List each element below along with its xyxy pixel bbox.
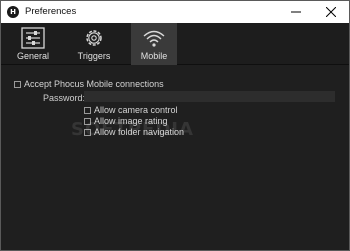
tab-label: General — [16, 51, 50, 61]
tab-label: Mobile — [140, 51, 168, 61]
accept-connections-label: Accept Phocus Mobile connections — [24, 79, 164, 89]
tab-triggers[interactable]: Triggers — [71, 23, 117, 65]
accept-connections-option[interactable]: Accept Phocus Mobile connections — [14, 79, 164, 89]
wifi-icon — [143, 30, 165, 47]
tab-label: Triggers — [77, 51, 111, 61]
camera-control-checkbox[interactable] — [84, 106, 91, 114]
close-icon — [326, 7, 336, 17]
close-button[interactable] — [314, 1, 348, 23]
image-rating-checkbox[interactable] — [84, 117, 91, 125]
tab-general[interactable]: General — [11, 23, 55, 65]
accept-connections-checkbox[interactable] — [14, 80, 21, 88]
gear-icon — [86, 30, 102, 46]
minimize-icon — [291, 11, 301, 13]
camera-control-label: Allow camera control — [94, 105, 178, 115]
app-logo-icon: H — [7, 6, 19, 18]
password-field[interactable] — [84, 91, 335, 102]
window-title: Preferences — [25, 6, 77, 17]
image-rating-label: Allow image rating — [94, 116, 168, 126]
preferences-window: H Preferences General Triggers Mobile Ac… — [0, 0, 350, 251]
image-rating-option[interactable]: Allow image rating — [84, 116, 168, 126]
title-bar: H Preferences — [1, 1, 349, 23]
preferences-tabs: General Triggers Mobile — [1, 23, 349, 65]
tab-mobile[interactable]: Mobile — [131, 23, 177, 65]
password-label: Password: — [43, 93, 86, 103]
folder-navigation-label: Allow folder navigation — [94, 127, 185, 137]
folder-navigation-option[interactable]: Allow folder navigation — [84, 127, 184, 137]
mobile-settings-panel: Accept Phocus Mobile connections Passwor… — [1, 66, 349, 250]
camera-control-option[interactable]: Allow camera control — [84, 105, 178, 115]
sliders-icon — [21, 27, 45, 49]
folder-navigation-checkbox[interactable] — [84, 128, 91, 136]
minimize-button[interactable] — [279, 1, 313, 23]
